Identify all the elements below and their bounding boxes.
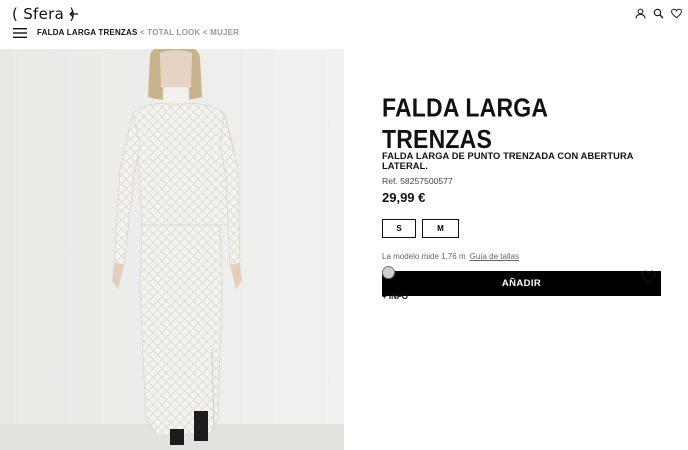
arrow-left-icon[interactable] <box>68 8 80 20</box>
model-height-note: La modelo mide 1,76 m Guía de tallas <box>382 252 662 261</box>
product-ref: Ref. 58257500577 <box>382 176 453 186</box>
size-guide-link[interactable]: Guía de tallas <box>470 252 519 261</box>
breadcrumb: FALDA LARGA TRENZAS < TOTAL LOOK < MUJER <box>37 28 239 37</box>
header: ( Sfera ) FALDA LARGA TRENZAS < TOTAL LO… <box>0 0 688 48</box>
size-s-button[interactable]: S <box>382 219 416 238</box>
model-photo <box>0 49 344 450</box>
breadcrumb-separator: < <box>202 28 208 37</box>
model-height-text: La modelo mide 1,76 m <box>382 252 466 261</box>
product-price: 29,99 € <box>382 190 426 205</box>
hamburger-menu-icon[interactable] <box>13 28 27 38</box>
product-info: FALDA LARGA TRENZAS FALDA LARGA DE PUNTO… <box>382 92 662 296</box>
logo-text: Sfera <box>23 5 65 23</box>
breadcrumb-current: FALDA LARGA TRENZAS <box>37 28 138 37</box>
add-to-cart-button[interactable]: AÑADIR <box>382 271 661 296</box>
search-icon[interactable] <box>653 8 664 19</box>
product-image[interactable] <box>0 49 344 450</box>
heart-icon[interactable] <box>671 8 682 19</box>
size-m-button[interactable]: M <box>422 219 459 238</box>
more-info-link[interactable]: + INFO <box>382 292 408 301</box>
user-icon[interactable] <box>635 8 646 19</box>
sfera-logo[interactable]: ( Sfera ) <box>12 5 75 23</box>
breadcrumb-separator: < <box>139 28 145 37</box>
size-selector: S M <box>382 219 662 238</box>
heart-icon[interactable] <box>641 270 656 284</box>
header-actions <box>635 8 682 19</box>
color-swatch[interactable] <box>382 266 395 279</box>
breadcrumb-total-look[interactable]: TOTAL LOOK <box>147 28 200 37</box>
breadcrumb-mujer[interactable]: MUJER <box>210 28 239 37</box>
product-title: FALDA LARGA TRENZAS <box>382 93 548 154</box>
